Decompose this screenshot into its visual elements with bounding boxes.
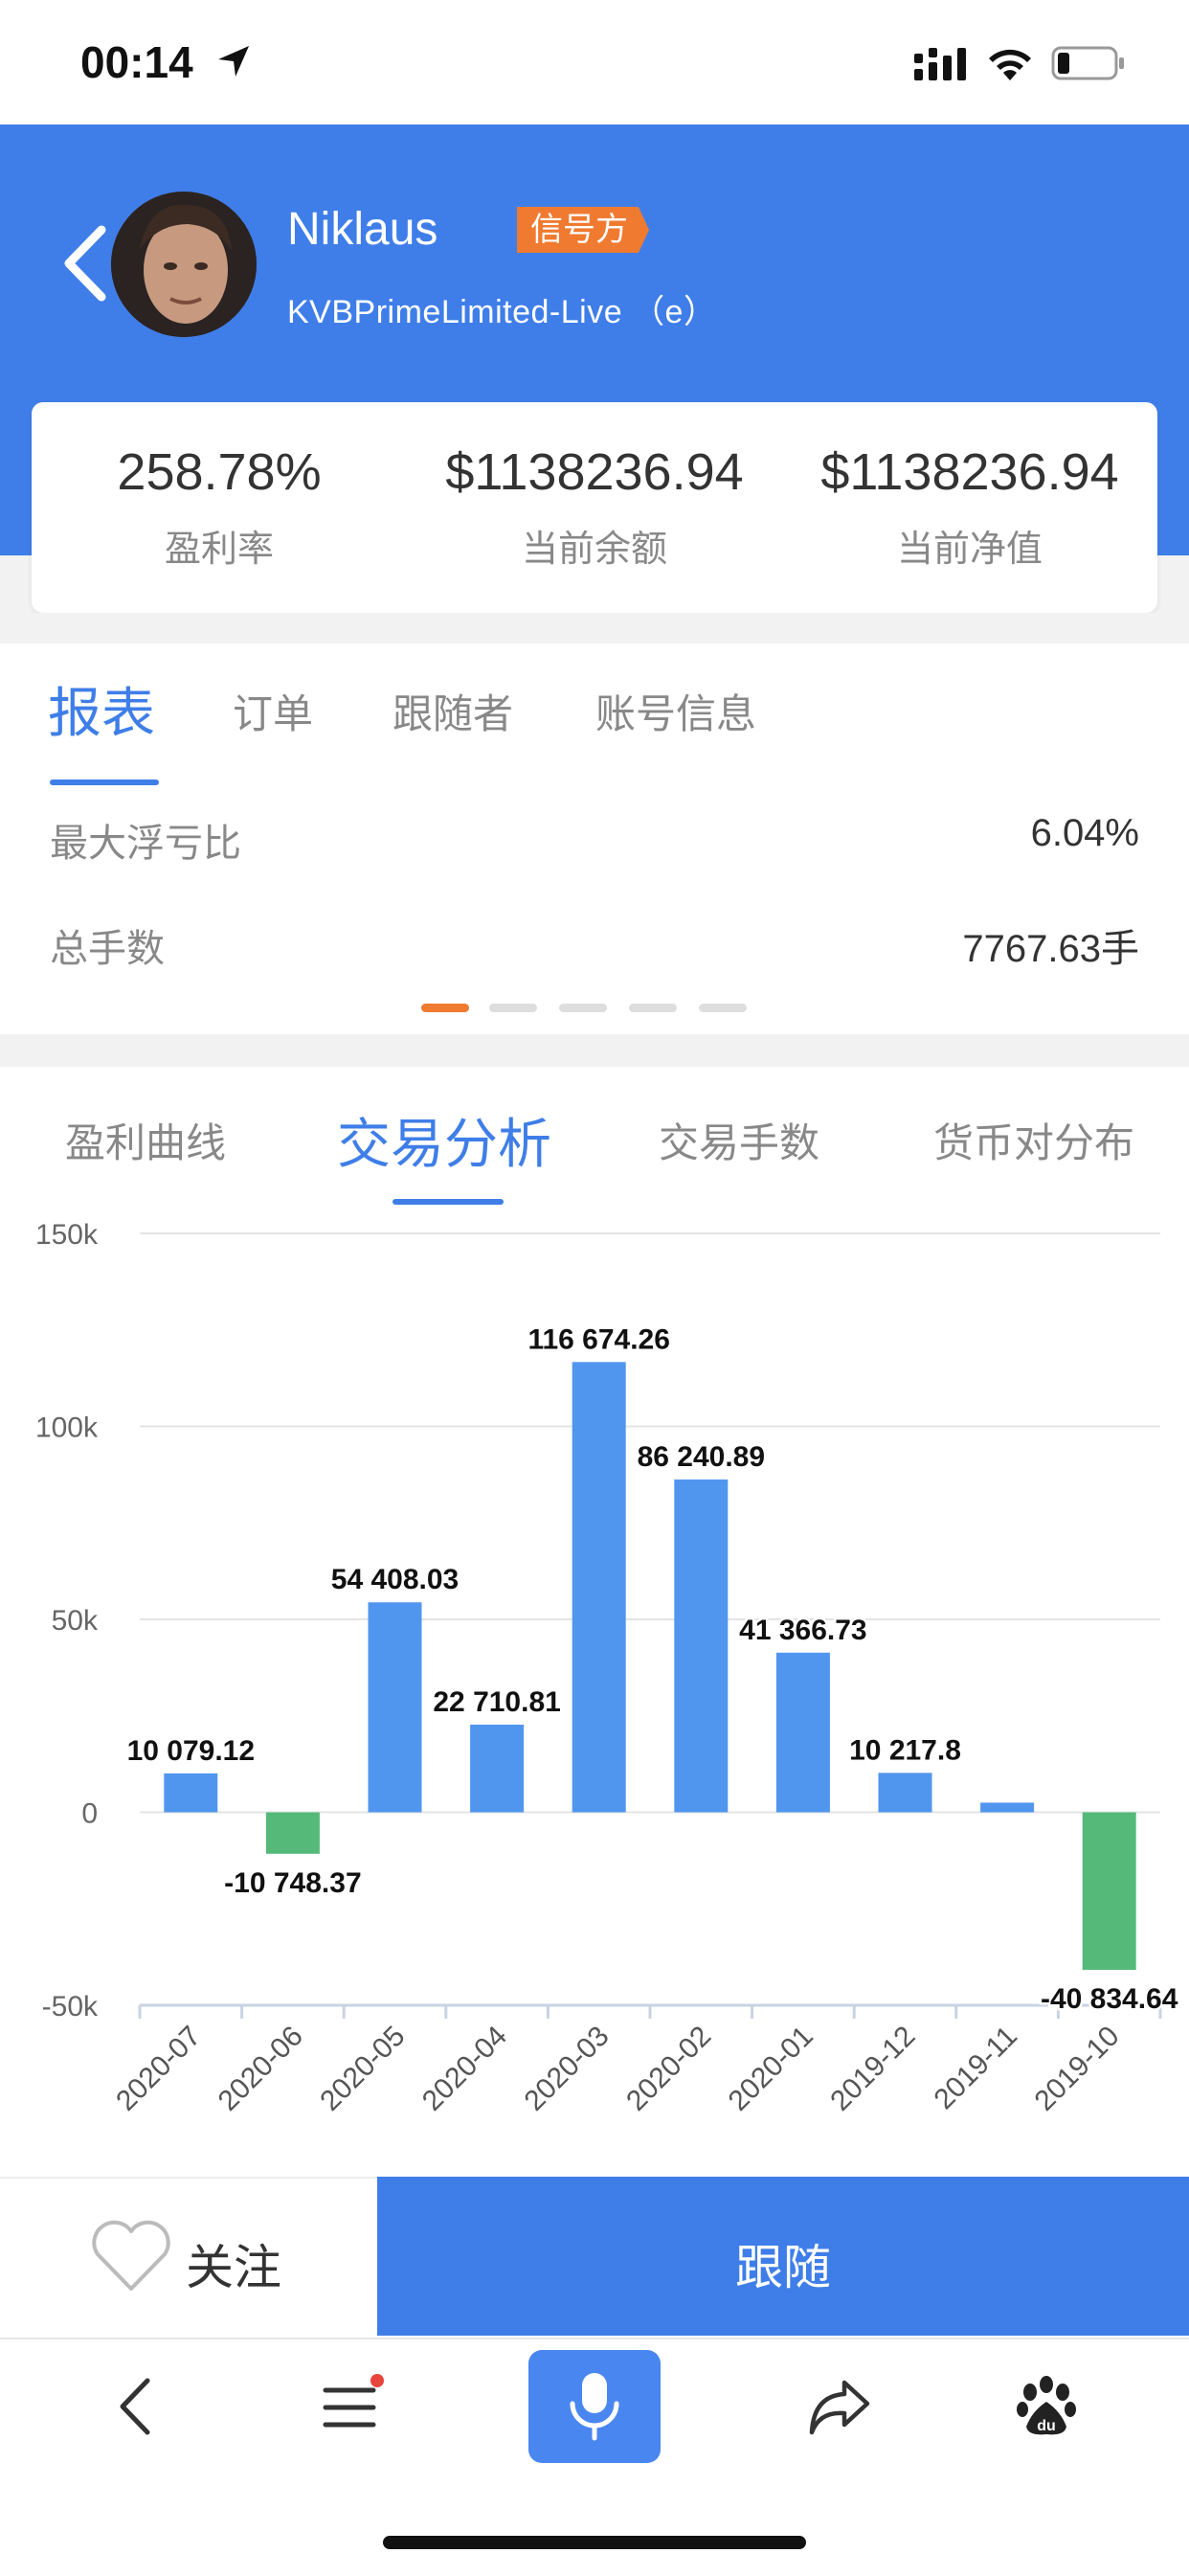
stat-profit-rate: 258.78% 盈利率	[32, 402, 407, 572]
y-tick-label: 150k	[35, 1219, 99, 1251]
wifi-icon	[989, 49, 1031, 80]
bar	[164, 1773, 218, 1813]
signal-icon	[914, 48, 966, 80]
x-tick-label: 2020-07	[110, 2021, 207, 2117]
section-divider	[0, 1034, 1189, 1067]
stat-label: 当前余额	[521, 528, 667, 570]
username: Niklaus	[287, 204, 438, 255]
avatar[interactable]	[111, 192, 257, 337]
active-tab-indicator	[393, 1199, 504, 1205]
stat-balance: $1138236.94 当前余额	[407, 402, 782, 572]
tab-orders[interactable]: 订单	[233, 682, 313, 740]
baidu-paw-icon[interactable]: du	[1013, 2373, 1080, 2440]
trade-analysis-bar-chart: 150k 100k 50k 0 -50k 10 079.12 2020-07 -10 748.…	[35, 1219, 1180, 2117]
tab-account-info[interactable]: 账号信息	[595, 682, 756, 740]
bar	[775, 1652, 830, 1813]
stat-label: 当前净值	[896, 528, 1043, 570]
total-lots-label: 总手数	[50, 927, 165, 971]
back-icon[interactable]	[105, 2373, 172, 2440]
battery-icon	[1051, 46, 1124, 80]
y-tick-label: -50k	[42, 1991, 99, 2022]
microphone-icon[interactable]	[561, 2367, 628, 2444]
x-tick-label: 2020-02	[620, 2021, 717, 2117]
bar	[1082, 1812, 1136, 1971]
x-tick-label: 2019-10	[1028, 2021, 1125, 2117]
bar	[470, 1724, 525, 1813]
status-time: 00:14	[80, 37, 193, 87]
bar	[980, 1802, 1035, 1813]
home-indicator[interactable]	[383, 2536, 806, 2549]
x-tick-label: 2020-05	[314, 2021, 411, 2117]
data-label: 116 674.26	[527, 1323, 670, 1355]
svg-text:du: du	[1037, 2418, 1056, 2434]
pager-dot[interactable]	[421, 1004, 469, 1012]
data-label: 54 408.03	[331, 1564, 459, 1595]
avatar-portrait-icon	[111, 192, 257, 337]
heart-icon[interactable]	[90, 2220, 172, 2293]
max-drawdown-value: 6.04%	[1030, 812, 1139, 854]
menu-icon[interactable]	[318, 2373, 385, 2440]
pager-dot[interactable]	[489, 1004, 537, 1012]
pager-dot[interactable]	[559, 1004, 607, 1012]
data-label: 10 217.8	[849, 1734, 961, 1766]
back-chevron-icon[interactable]	[56, 220, 113, 306]
tab-trade-analysis[interactable]: 交易分析	[337, 1101, 551, 1179]
x-tick-label: 2020-06	[213, 2021, 309, 2117]
tab-trade-lots[interactable]: 交易手数	[659, 1111, 819, 1169]
data-label: 10 079.12	[127, 1735, 255, 1767]
location-arrow-icon	[218, 46, 249, 77]
tab-profit-curve[interactable]: 盈利曲线	[65, 1111, 226, 1169]
data-label: 86 240.89	[638, 1441, 765, 1473]
max-drawdown-label: 最大浮亏比	[50, 822, 241, 866]
x-tick-label: 2019-11	[928, 2021, 1023, 2116]
bar	[572, 1362, 626, 1813]
account-name: KVBPrimeLimited-Live （e）	[287, 294, 717, 330]
y-tick-label: 0	[81, 1798, 98, 1830]
x-tick-label: 2020-04	[416, 2021, 513, 2117]
follow-button[interactable]: 关注	[186, 2229, 281, 2298]
stat-equity: $1138236.94 当前净值	[782, 402, 1157, 572]
signal-provider-badge: 信号方	[517, 207, 649, 253]
tab-currency-distribution[interactable]: 货币对分布	[933, 1111, 1134, 1169]
pager-dot[interactable]	[629, 1004, 677, 1012]
data-label: 41 366.73	[739, 1615, 866, 1646]
stat-value: $1138236.94	[820, 443, 1119, 501]
stat-label: 盈利率	[164, 528, 274, 570]
section-divider	[0, 613, 1189, 644]
y-tick-label: 100k	[35, 1412, 99, 1444]
bar	[674, 1479, 729, 1813]
x-tick-label: 2020-03	[518, 2021, 615, 2117]
data-label: -40 834.64	[1041, 1983, 1178, 2015]
data-label: 22 710.81	[433, 1686, 560, 1718]
data-label: -10 748.37	[224, 1867, 361, 1899]
bar	[265, 1812, 320, 1854]
y-tick-label: 50k	[52, 1605, 99, 1637]
share-icon[interactable]	[806, 2373, 873, 2440]
stat-value: $1138236.94	[445, 443, 744, 501]
stat-value: 258.78%	[117, 443, 322, 501]
pager-dot[interactable]	[699, 1004, 747, 1012]
total-lots-value: 7767.63手	[962, 928, 1139, 970]
x-tick-label: 2020-01	[723, 2021, 819, 2117]
bar	[368, 1602, 422, 1813]
stats-card: 258.78% 盈利率 $1138236.94 当前余额 $1138236.94…	[32, 402, 1157, 613]
tab-followers[interactable]: 跟随者	[393, 682, 513, 740]
tab-report[interactable]: 报表	[48, 670, 155, 748]
active-tab-indicator	[50, 780, 159, 785]
copy-trade-button[interactable]: 跟随	[377, 2229, 1189, 2298]
bar	[878, 1773, 932, 1813]
x-tick-label: 2019-12	[824, 2021, 921, 2117]
